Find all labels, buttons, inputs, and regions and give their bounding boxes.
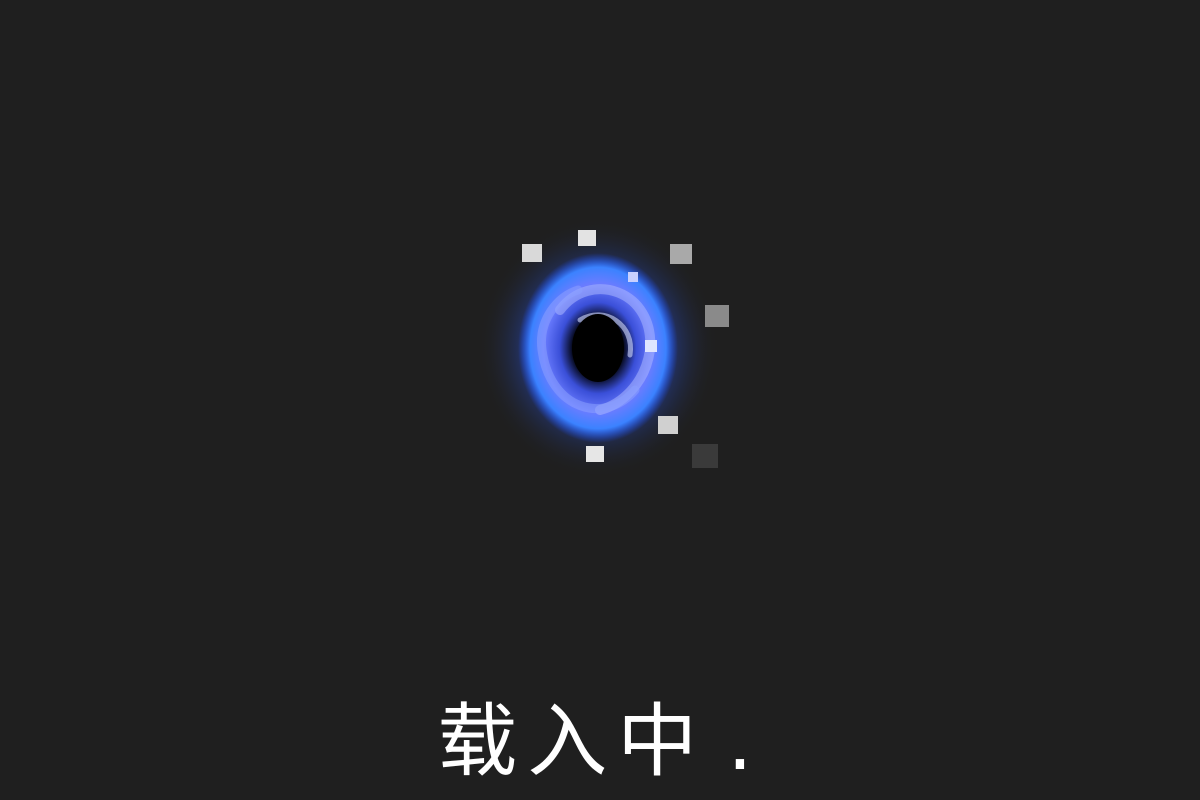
pixel-particle: [670, 244, 692, 264]
pixel-particle: [578, 230, 596, 246]
loading-screen: 载入中.: [0, 0, 1200, 800]
pixel-particle: [586, 446, 604, 462]
pixel-particle: [522, 244, 542, 262]
loading-label: 载入中: [437, 695, 708, 788]
pixel-particle: [645, 340, 657, 352]
pixel-particle: [658, 416, 678, 434]
vortex-portal-icon: [478, 218, 729, 478]
pixel-particle: [692, 444, 718, 468]
loading-dots: .: [727, 695, 763, 788]
portal-core: [572, 314, 624, 382]
pixel-particle: [705, 305, 729, 327]
loading-spinner: [440, 200, 760, 500]
loading-status-text: 载入中.: [0, 692, 1200, 800]
pixel-particle: [628, 272, 638, 282]
